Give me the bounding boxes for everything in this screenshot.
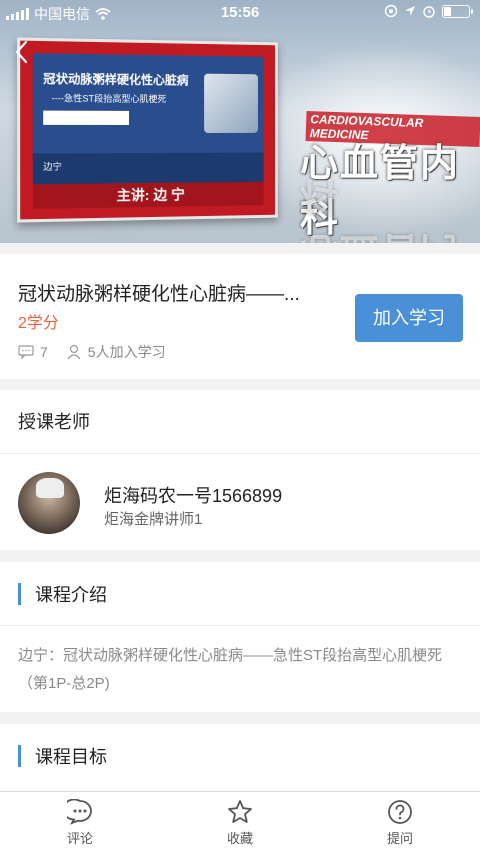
teacher-title: 炬海金牌讲师1 [104, 511, 203, 528]
cover-department-reflection: 心血管内科 [300, 174, 460, 243]
section-accent-bar [18, 582, 21, 605]
tab-favorite[interactable]: 收藏 [160, 792, 320, 853]
course-goal-section: 课程目标 [0, 724, 480, 794]
tab-favorite-label: 收藏 [226, 830, 253, 846]
rotation-lock-icon [384, 4, 398, 18]
teacher-section: 授课老师 炬海码农一号1566899 炬海金牌讲师1 [0, 390, 480, 550]
cover-slide-screen: 冠状动脉粥样硬化性心脏病 ----急性ST段抬高型心肌梗死 边宁 主讲: 边 宁 [17, 37, 278, 223]
comment-count-icon [18, 345, 34, 359]
course-intro-text: 边宁：冠状动脉粥样硬化性心脏病——急性ST段抬高型心肌梗死（第1P-总2P) [18, 647, 443, 692]
person-icon [67, 344, 81, 360]
course-goal-header: 课程目标 [0, 724, 480, 788]
section-accent-bar [18, 745, 21, 767]
location-icon [405, 6, 415, 16]
course-intro-header: 课程介绍 [0, 562, 480, 626]
cover-slide: 冠状动脉粥样硬化性心脏病 ----急性ST段抬高型心肌梗死 边宁 [32, 53, 264, 187]
comment-icon [67, 798, 92, 825]
battery-icon [442, 4, 473, 18]
enrolled-count: 5人加入学习 [87, 344, 166, 360]
teacher-avatar[interactable] [18, 472, 80, 534]
cover-slide-lecturer: 边宁 [43, 161, 62, 172]
tab-question[interactable]: 提问 [320, 792, 480, 853]
alarm-icon [423, 6, 435, 18]
teacher-section-heading: 授课老师 [0, 390, 480, 454]
course-intro-heading: 课程介绍 [35, 584, 107, 605]
course-intro-section: 课程介绍 边宁：冠状动脉粥样硬化性心脏病——急性ST段抬高型心肌梗死（第1P-总… [0, 562, 480, 712]
question-icon [388, 799, 412, 824]
course-cover-image: 冠状动脉粥样硬化性心脏病 ----急性ST段抬高型心肌梗死 边宁 主讲: 边 宁… [0, 0, 480, 243]
course-title: 冠状动脉粥样硬化性心脏病——... [18, 284, 300, 305]
chevron-left-icon [15, 40, 28, 64]
back-button[interactable] [14, 40, 28, 64]
course-credits: 2学分 [18, 315, 59, 332]
star-icon [228, 799, 252, 823]
tab-comment-label: 评论 [66, 830, 93, 846]
tab-question-label: 提问 [386, 830, 413, 846]
status-bar: 中国电信 15:56 [0, 0, 480, 26]
join-study-button[interactable]: 加入学习 [355, 294, 463, 342]
cover-slide-logo [43, 110, 130, 125]
course-info-card: 冠状动脉粥样硬化性心脏病——... 2学分 7 5人加入学习 加入学习 [0, 254, 480, 379]
tab-comment[interactable]: 评论 [0, 792, 160, 853]
cover-slide-device-image [204, 73, 258, 133]
teacher-name[interactable]: 炬海码农一号1566899 [104, 482, 282, 508]
course-meta: 7 5人加入学习 [18, 342, 166, 362]
comment-count: 7 [40, 344, 48, 360]
cover-lecturer-band: 主讲: 边 宁 [32, 181, 264, 209]
bottom-action-bar: 评论 收藏 提问 [0, 791, 480, 853]
course-goal-heading: 课程目标 [35, 747, 107, 767]
